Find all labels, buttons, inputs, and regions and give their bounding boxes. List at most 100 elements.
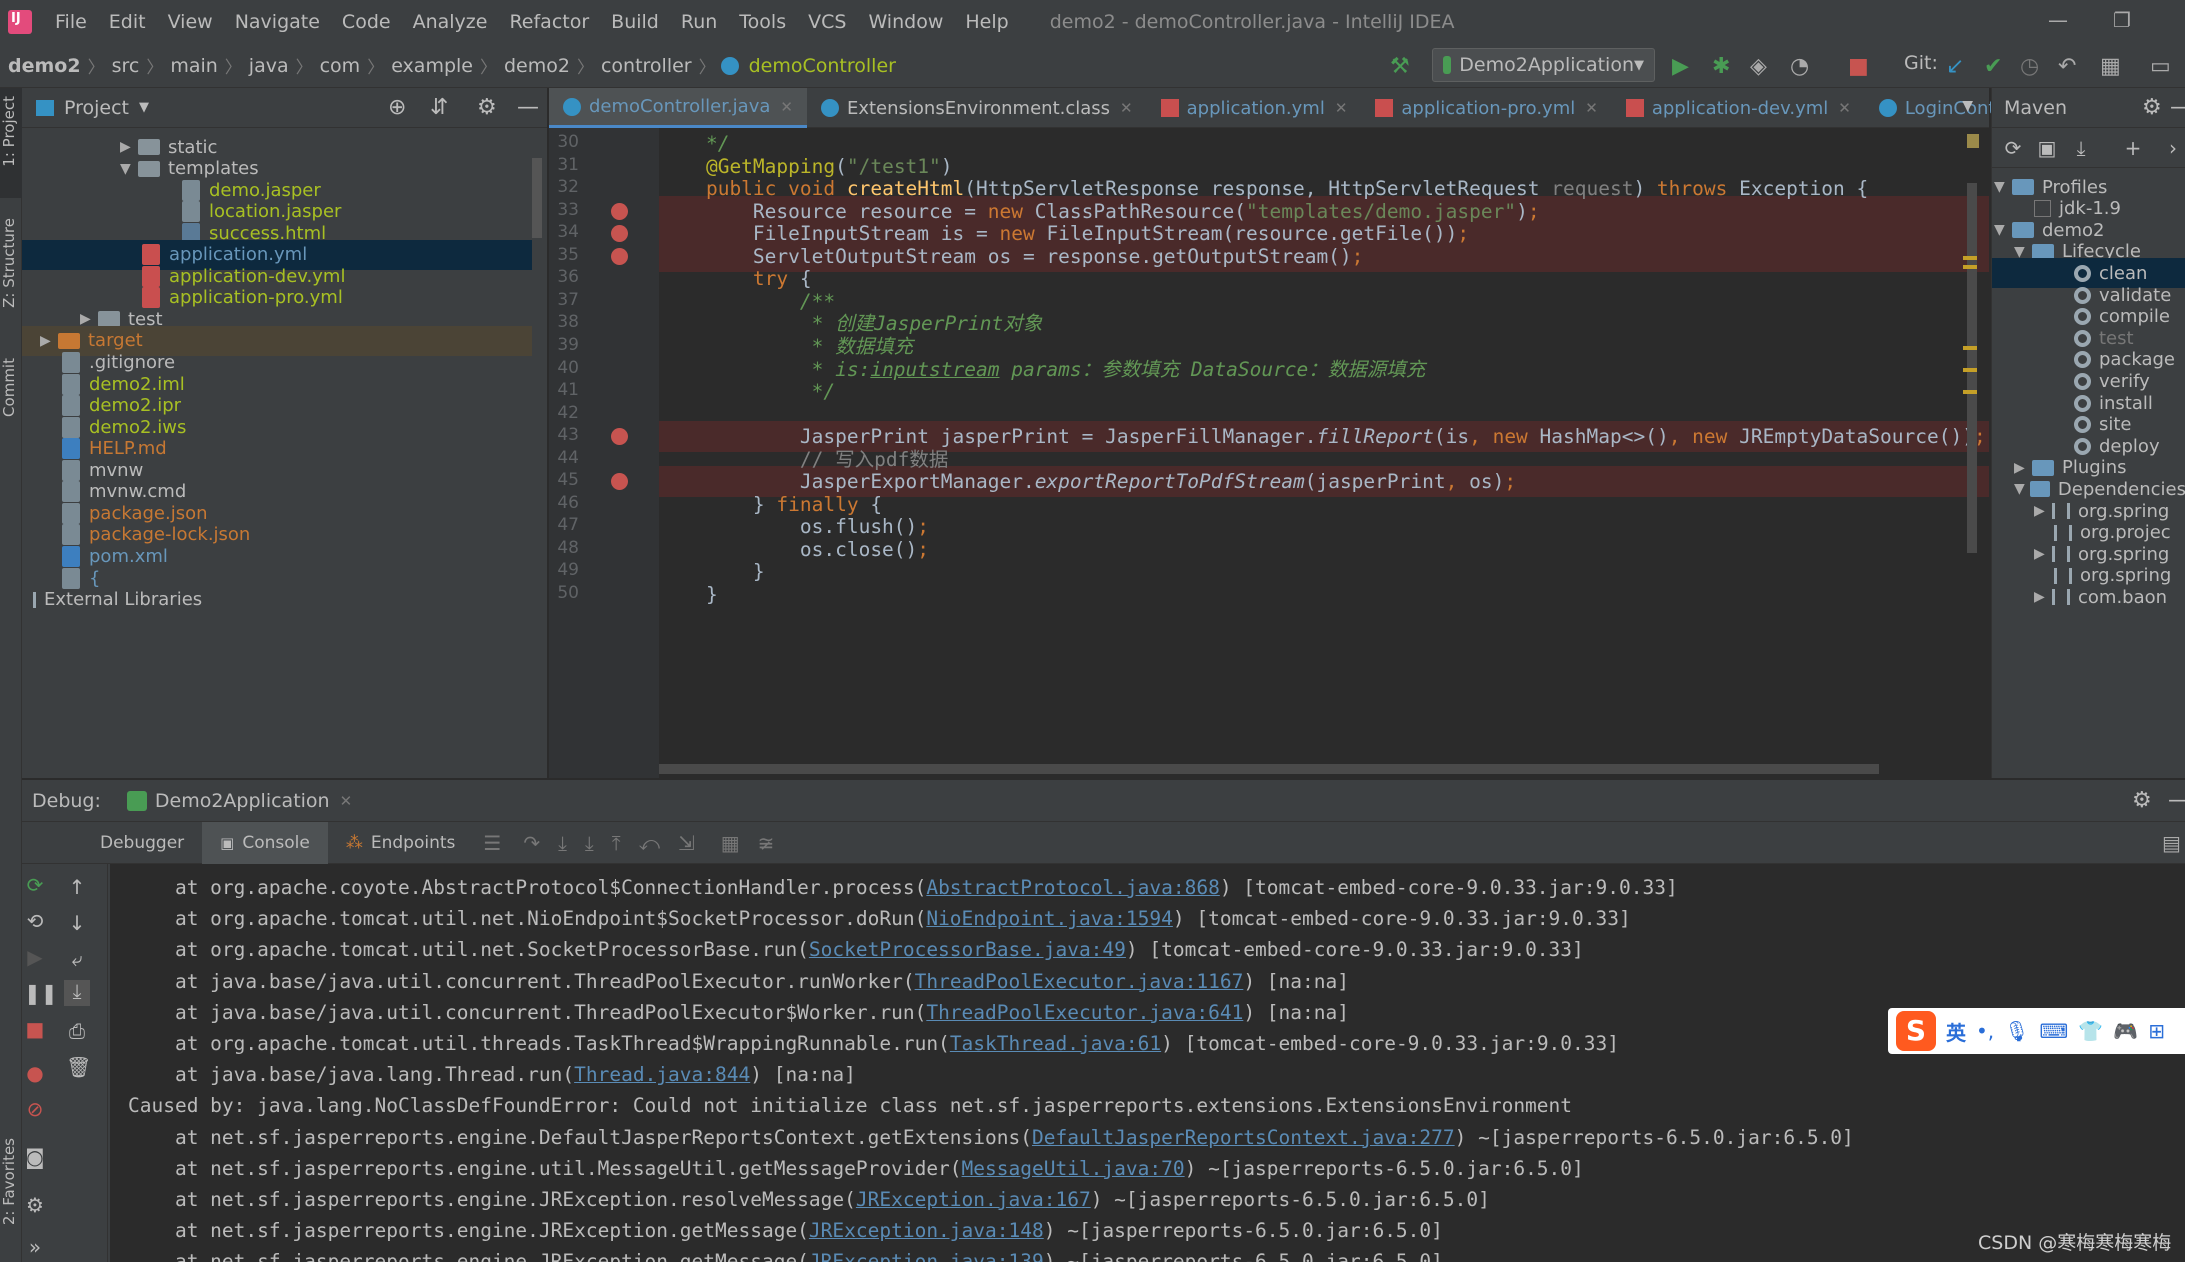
structure-tool-tab[interactable]: Z: Structure [0, 218, 18, 308]
drop-frame-icon[interactable]: ⤺ [639, 831, 660, 855]
evaluate-icon[interactable]: ▦ [721, 831, 740, 855]
up-arrow-icon[interactable]: ↑ [66, 876, 88, 898]
clear-icon[interactable]: 🗑 [66, 1056, 91, 1078]
git-update-icon[interactable]: ↙ [1946, 54, 1964, 79]
editor-tab[interactable]: application-dev.yml ✕ [1612, 88, 1865, 128]
chevron-icon[interactable]: ▼ [2014, 244, 2032, 260]
close-icon[interactable]: ✕ [340, 792, 353, 810]
minimize-icon[interactable]: — [2048, 8, 2068, 32]
run-icon[interactable]: ▶ [1672, 54, 1689, 79]
gear-icon[interactable]: ⚙ [24, 1194, 46, 1216]
chevron-icon[interactable]: ▶ [2034, 589, 2052, 605]
gear-icon[interactable]: ⚙ [477, 95, 497, 120]
chevron-icon[interactable]: ▼ [1994, 179, 2012, 195]
collapse-all-icon[interactable]: ⇵ [430, 95, 448, 120]
console-link[interactable]: AbstractProtocol.java:868 [926, 876, 1220, 899]
tab-debugger[interactable]: Debugger [82, 822, 202, 864]
force-step-into-icon[interactable]: ⤓ [585, 831, 594, 855]
resume-icon[interactable]: ▶ [24, 946, 46, 968]
hide-icon[interactable]: — [2170, 95, 2185, 120]
chevron-icon[interactable]: ▶ [2014, 460, 2032, 476]
breadcrumb-item[interactable]: src [108, 55, 144, 77]
menu-item-navigate[interactable]: Navigate [224, 11, 331, 33]
trace-icon[interactable]: ≆ [758, 831, 775, 855]
breadcrumb-item[interactable]: controller [597, 55, 696, 77]
step-out-icon[interactable]: ⤒ [612, 831, 621, 855]
tree-row[interactable]: ▼External Libraries [22, 585, 532, 615]
console-link[interactable]: NioEndpoint.java:1594 [926, 907, 1173, 930]
locate-icon[interactable]: ⊕ [388, 95, 406, 120]
down-arrow-icon[interactable]: ↓ [66, 912, 88, 934]
run-config-select[interactable]: Demo2Application ▼ [1432, 48, 1655, 82]
scroll-to-end-icon[interactable]: ⤓ [64, 980, 90, 1006]
menu-item-analyze[interactable]: Analyze [402, 11, 499, 33]
menu-item-window[interactable]: Window [857, 11, 954, 33]
mute-breakpoints-icon[interactable]: ⊘ [24, 1098, 46, 1120]
step-into-icon[interactable]: ⤓ [558, 831, 567, 855]
download-icon[interactable]: ⤓ [2070, 137, 2092, 159]
profile-icon[interactable]: ◔ [1790, 54, 1809, 79]
print-icon[interactable]: ⎙ [66, 1020, 88, 1042]
menu-item-help[interactable]: Help [954, 11, 1019, 33]
pause-icon[interactable]: ❚❚ [24, 982, 58, 1004]
add-source-icon[interactable]: ▣ [2036, 137, 2058, 159]
view-breakpoints-icon[interactable]: ● [24, 1062, 46, 1084]
close-icon[interactable]: ✕ [1838, 99, 1851, 117]
console-link[interactable]: ThreadPoolExecutor.java:641 [926, 1001, 1243, 1024]
keyboard-icon[interactable]: ⌨ [2040, 1019, 2069, 1043]
console-link[interactable]: ThreadPoolExecutor.java:1167 [915, 970, 1244, 993]
soft-wrap-icon[interactable]: ⤶ [66, 948, 88, 970]
project-structure-icon[interactable]: ▦ [2100, 54, 2121, 79]
menu-item-code[interactable]: Code [331, 11, 402, 33]
add-icon[interactable]: + [2122, 137, 2144, 159]
menu-item-vcs[interactable]: VCS [797, 11, 857, 33]
editor-tab[interactable]: demoController.java ✕ [549, 88, 807, 128]
microphone-icon[interactable]: 🎙 [2004, 1019, 2029, 1043]
close-icon[interactable]: ✕ [780, 98, 793, 116]
close-icon[interactable]: ✕ [1120, 99, 1133, 117]
code-editor[interactable]: demoController.java ✕ ExtensionsEnvironmen… [549, 88, 2106, 778]
layout-icon[interactable]: ▭ [2150, 54, 2171, 79]
breadcrumb-item[interactable]: demoController [745, 55, 900, 77]
console-link[interactable]: DefaultJasperReportsContext.java:277 [1032, 1126, 1455, 1149]
coverage-icon[interactable]: ◈ [1750, 54, 1767, 79]
run-to-cursor-icon[interactable]: ⇲ [678, 831, 695, 855]
project-tool-tab[interactable]: 1: Project [0, 96, 18, 167]
stop-icon[interactable]: ■ [1848, 54, 1869, 79]
tabs-dropdown-icon[interactable]: ▼ [1962, 98, 1973, 114]
threads-icon[interactable]: ☰ [483, 831, 501, 855]
menu-item-edit[interactable]: Edit [98, 11, 157, 33]
rollback-icon[interactable]: ↶ [2058, 54, 2076, 79]
menu-item-build[interactable]: Build [600, 11, 670, 33]
menu-item-file[interactable]: File [44, 11, 98, 33]
debug-icon[interactable]: ✱ [1712, 54, 1730, 79]
maven-tree-row[interactable]: ▶ com.baon [1992, 582, 2185, 612]
console-link[interactable]: JRException.java:139 [809, 1250, 1044, 1262]
editor-tab[interactable]: ExtensionsEnvironment.class ✕ [807, 88, 1147, 128]
breadcrumb-item[interactable]: main [166, 55, 221, 77]
close-icon[interactable]: ✕ [1585, 99, 1598, 117]
console-link[interactable]: JRException.java:167 [856, 1188, 1091, 1211]
project-title[interactable]: Project [64, 97, 129, 119]
breadcrumb-item[interactable]: com [316, 55, 365, 77]
breadcrumb-item[interactable]: demo2 [4, 55, 85, 77]
hammer-icon[interactable]: ⚒ [1390, 54, 1410, 79]
chevron-icon[interactable]: ▶ [2034, 503, 2052, 519]
rerun-icon[interactable]: ⟳ [24, 874, 46, 896]
code-line[interactable]: */ [659, 376, 836, 407]
close-icon[interactable]: ✕ [1335, 99, 1348, 117]
reload-icon[interactable]: ⟳ [2002, 137, 2024, 159]
menu-item-refactor[interactable]: Refactor [498, 11, 600, 33]
breadcrumb-item[interactable]: demo2 [500, 55, 574, 77]
hide-icon[interactable]: — [2168, 788, 2185, 813]
editor-tab[interactable]: application-pro.yml ✕ [1361, 88, 1611, 128]
tab-endpoints[interactable]: ⁂ Endpoints [328, 822, 474, 864]
more-icon[interactable]: › [2162, 137, 2184, 159]
git-commit-icon[interactable]: ✔ [1984, 54, 2002, 79]
breadcrumb-item[interactable]: java [245, 55, 293, 77]
console-link[interactable]: JRException.java:148 [809, 1219, 1044, 1242]
menu-item-view[interactable]: View [157, 11, 224, 33]
console-output[interactable]: at org.apache.coyote.AbstractProtocol$Co… [110, 864, 2185, 1262]
console-link[interactable]: TaskThread.java:61 [950, 1032, 1161, 1055]
rerun-failed-icon[interactable]: ⟲ [24, 910, 46, 932]
